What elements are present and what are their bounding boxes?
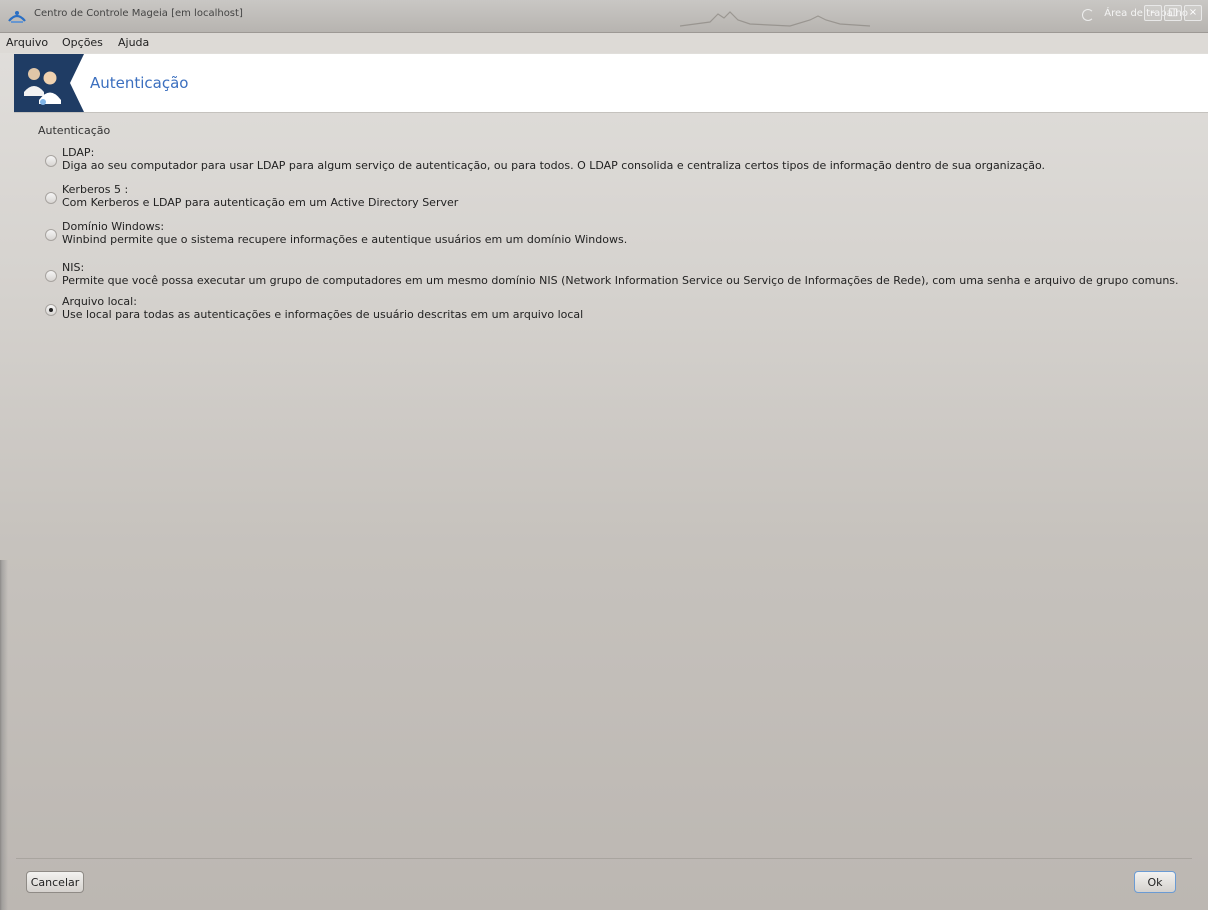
page-header: Autenticação [14,54,1208,113]
ok-button[interactable]: Ok [1134,871,1176,893]
window-title: Centro de Controle Mageia [em localhost] [34,8,243,19]
mageia-logo-icon [8,11,26,23]
section-title: Autenticação [38,124,111,137]
title-bar[interactable]: Centro de Controle Mageia [em localhost]… [0,0,1208,33]
option-description: Com Kerberos e LDAP para autenticação em… [62,196,459,209]
minimize-button[interactable]: – [1144,5,1162,21]
footer-divider [16,858,1192,859]
option-title: LDAP: [62,146,95,159]
window-controls: – □ × [1144,5,1202,21]
option-description: Permite que você possa executar um grupo… [62,274,1179,287]
option-title: Domínio Windows: [62,220,165,233]
option-title: NIS: [62,261,85,274]
page-title: Autenticação [90,74,189,92]
titlebar-decoration [680,11,871,27]
menu-ajuda[interactable]: Ajuda [118,36,149,49]
radio-windows-domain[interactable] [45,229,57,241]
option-description: Use local para todas as autenticações e … [62,308,584,321]
radio-nis[interactable] [45,270,57,282]
menu-arquivo[interactable]: Arquivo [6,36,48,49]
app-window: Centro de Controle Mageia [em localhost]… [0,0,1208,910]
window-edge-shadow [0,560,8,910]
maximize-button[interactable]: □ [1164,5,1182,21]
radio-kerberos[interactable] [45,192,57,204]
menu-bar: Arquivo Opções Ajuda [0,33,1208,53]
option-title: Arquivo local: [62,295,137,308]
close-button[interactable]: × [1184,5,1202,21]
radio-ldap[interactable] [45,155,57,167]
radio-local-file[interactable] [45,304,57,316]
cancel-button[interactable]: Cancelar [26,871,84,893]
option-title: Kerberos 5 : [62,183,129,196]
users-icon [14,54,84,112]
pin-icon[interactable] [1082,9,1094,21]
option-description: Diga ao seu computador para usar LDAP pa… [62,159,1046,172]
menu-opcoes[interactable]: Opções [62,36,103,49]
option-description: Winbind permite que o sistema recupere i… [62,233,628,246]
